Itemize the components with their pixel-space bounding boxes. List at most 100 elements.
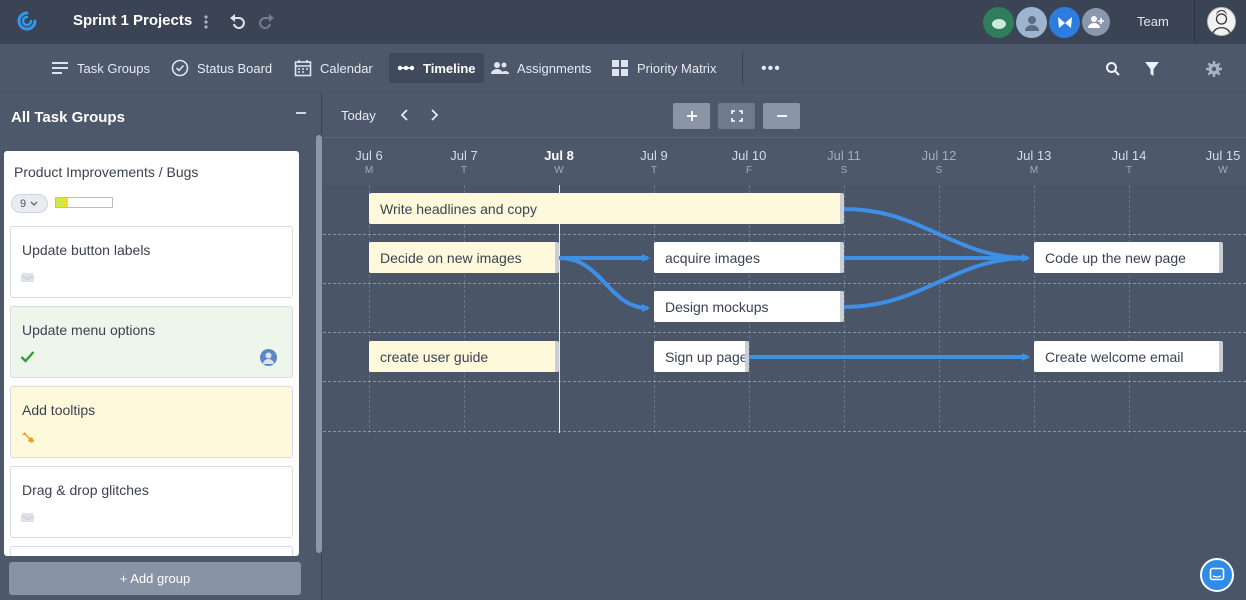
task-title: Update button labels (22, 242, 151, 258)
task-card[interactable]: Drag & drop glitches (10, 466, 293, 538)
weekday-label: W (1218, 165, 1228, 176)
gear-icon[interactable] (1205, 60, 1223, 78)
filter-icon[interactable] (1143, 60, 1161, 78)
timeline-task-bar[interactable]: Write headlines and copy (369, 193, 844, 224)
expand-icon (730, 110, 743, 122)
task-card[interactable]: Update menu options (10, 306, 293, 378)
date-header: Jul 6 M Jul 7 T Jul 8 W Jul 9 T Jul 10 F Jul … (323, 139, 1246, 185)
team-member-avatar[interactable] (1049, 7, 1080, 38)
project-title[interactable]: Sprint 1 Projects (73, 12, 192, 29)
task-card[interactable]: Update button labels (10, 226, 293, 298)
grid-column-line (939, 185, 940, 433)
grid-column-line (1129, 185, 1130, 433)
kebab-menu-icon[interactable] (200, 12, 212, 32)
tab-task-groups[interactable]: Task Groups (43, 53, 158, 83)
timeline-task-bar[interactable]: Decide on new images (369, 242, 559, 273)
group-name[interactable]: Product Improvements / Bugs (14, 164, 198, 180)
tab-assignments[interactable]: Assignments (483, 53, 599, 83)
grid-row-line (323, 234, 1246, 235)
fit-to-screen-button[interactable] (718, 103, 755, 129)
app-logo-icon[interactable] (16, 10, 38, 32)
task-count: 9 (20, 197, 27, 210)
tab-status-board[interactable]: Status Board (163, 53, 280, 83)
timeline-task-bar[interactable]: Design mockups (654, 291, 844, 322)
people-icon (491, 62, 509, 74)
scrollbar[interactable] (316, 135, 322, 553)
date-column-header: Jul 7 T (434, 148, 494, 176)
calendar-icon (294, 60, 312, 77)
redo-icon[interactable] (257, 11, 277, 31)
date-column-header: Jul 15 W (1193, 148, 1246, 176)
wrench-icon (22, 432, 34, 443)
more-views-button[interactable]: ••• (761, 60, 781, 78)
assignee-avatar[interactable] (260, 349, 277, 366)
tab-label: Status Board (197, 60, 273, 76)
weekday-label: M (1029, 165, 1039, 176)
timeline-toolbar: Today (323, 93, 1246, 138)
timeline-task-bar[interactable]: Create welcome email (1034, 341, 1223, 372)
timeline-task-bar[interactable]: Code up the new page (1034, 242, 1223, 273)
check-circle-icon (171, 59, 189, 77)
chevron-left-icon[interactable] (399, 108, 411, 122)
team-avatars (983, 7, 1110, 38)
animal-icon (991, 18, 1006, 29)
divider (742, 52, 743, 84)
timeline-task-bar[interactable]: acquire images (654, 242, 844, 273)
add-member-button[interactable] (1082, 8, 1110, 36)
task-groups-sidebar: All Task Groups Product Improvements / B… (0, 93, 322, 600)
date-column-header: Jul 12 S (909, 148, 969, 176)
date-label: Jul 6 (355, 148, 383, 163)
plus-icon (686, 111, 697, 121)
tab-timeline[interactable]: Timeline (389, 53, 484, 83)
timeline-task-bar[interactable]: Sign up page (654, 341, 749, 372)
tab-label: Assignments (517, 60, 592, 76)
grid-row-line (323, 381, 1246, 382)
grid-column-line (1034, 185, 1035, 433)
weekday-label: S (840, 165, 848, 176)
task-card[interactable] (10, 546, 293, 556)
tab-priority-matrix[interactable]: Priority Matrix (603, 53, 724, 83)
task-card[interactable]: Add tooltips (10, 386, 293, 458)
date-label: Jul 13 (1016, 148, 1052, 163)
butterfly-icon (1057, 16, 1072, 28)
weekday-label: F (745, 165, 753, 176)
sidebar-title: All Task Groups (11, 109, 125, 126)
view-nav-bar: Task Groups Status Board Calendar Timeli… (0, 43, 1246, 92)
person-icon (1024, 15, 1039, 31)
chevron-down-icon (30, 201, 38, 206)
user-avatar[interactable] (1207, 7, 1236, 36)
date-label: Jul 7 (450, 148, 478, 163)
date-label: Jul 14 (1111, 148, 1147, 163)
task-title: Update menu options (22, 322, 156, 338)
weekday-label: T (460, 165, 468, 176)
timeline-view: Today Jul 6 M Jul 7 T Jul 8 W Jul 9 T Jul 10… (323, 93, 1246, 600)
today-button[interactable]: Today (341, 108, 376, 123)
date-column-header: Jul 13 M (1004, 148, 1064, 176)
chevron-right-icon[interactable] (428, 108, 440, 122)
list-icon (52, 62, 68, 74)
add-group-button[interactable]: + Add group (9, 562, 301, 595)
chat-support-button[interactable] (1200, 558, 1234, 592)
date-column-header: Jul 8 W (529, 148, 589, 176)
timeline-task-bar[interactable]: create user guide (369, 341, 559, 372)
date-label: Jul 12 (921, 148, 957, 163)
zoom-in-button[interactable] (673, 103, 710, 129)
team-label[interactable]: Team (1137, 14, 1169, 29)
group-progress-bar (55, 197, 113, 208)
date-column-header: Jul 14 T (1099, 148, 1159, 176)
date-column-header: Jul 6 M (339, 148, 399, 176)
team-member-avatar[interactable] (983, 7, 1014, 38)
date-column-header: Jul 10 F (719, 148, 779, 176)
weekday-label: T (1125, 165, 1133, 176)
team-member-avatar[interactable] (1016, 7, 1047, 38)
search-icon[interactable] (1104, 60, 1122, 78)
timeline-icon (397, 65, 415, 71)
tab-calendar[interactable]: Calendar (286, 53, 381, 83)
undo-icon[interactable] (227, 11, 247, 31)
grid-row-line (323, 283, 1246, 284)
zoom-out-button[interactable] (763, 103, 800, 129)
date-label: Jul 15 (1205, 148, 1241, 163)
collapse-sidebar-button[interactable] (296, 112, 306, 114)
task-count-dropdown[interactable]: 9 (11, 194, 48, 213)
tab-label: Priority Matrix (637, 60, 717, 76)
